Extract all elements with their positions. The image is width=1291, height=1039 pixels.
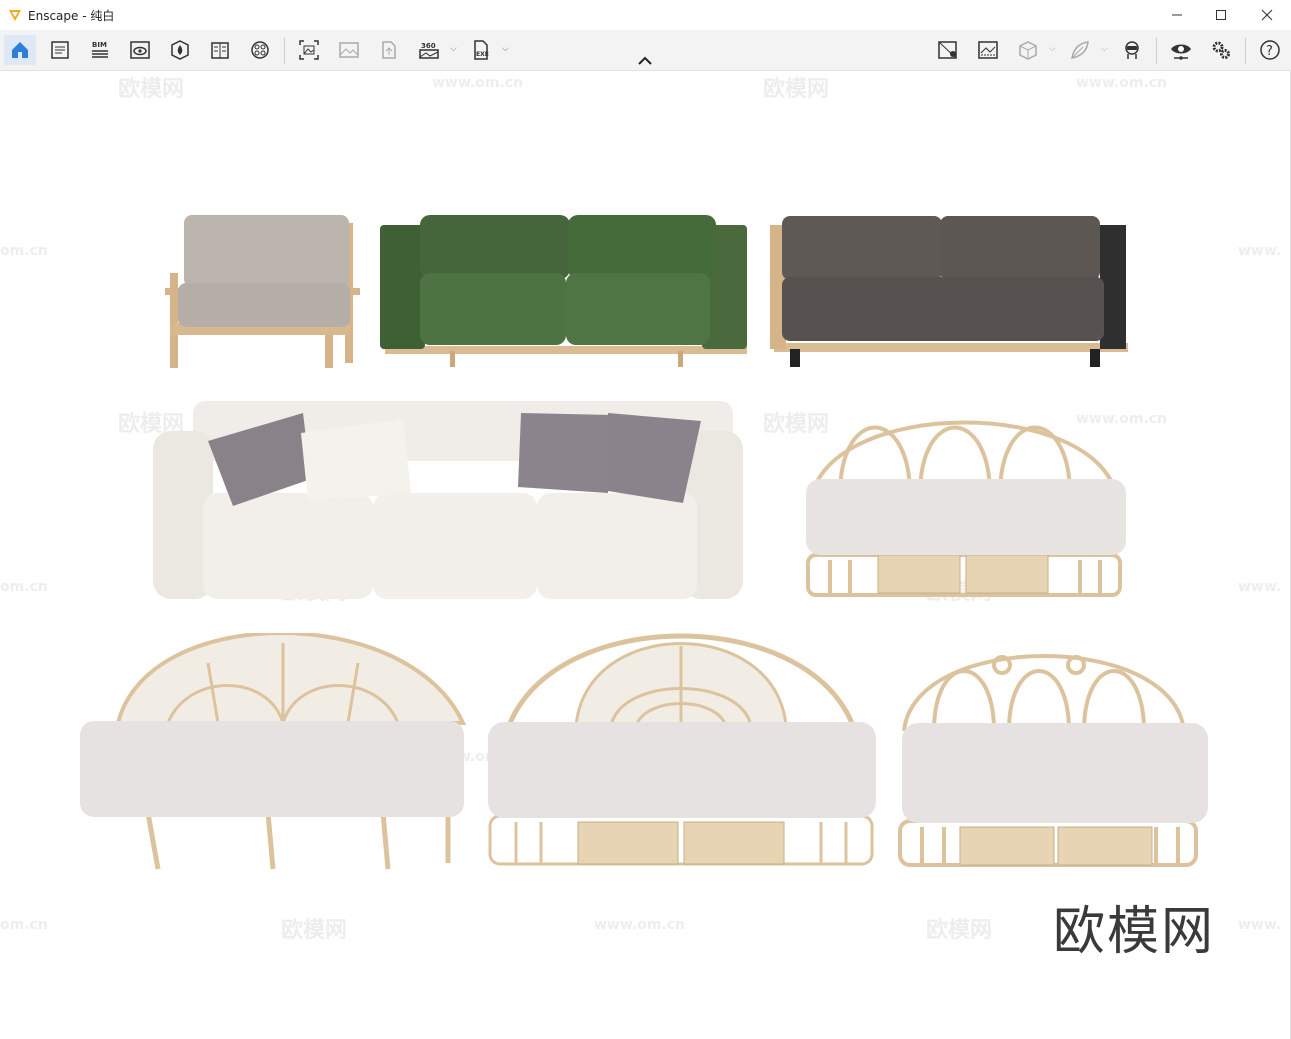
leaf-button[interactable] — [1064, 35, 1096, 65]
screenshot-icon — [299, 40, 319, 60]
upload-icon — [382, 41, 396, 59]
chevron-down-icon[interactable]: ⌵ — [450, 44, 457, 54]
chevron-down-icon[interactable]: ⌵ — [502, 44, 509, 54]
panorama-360-button[interactable]: 360 — [413, 35, 445, 65]
visual-settings-button[interactable] — [1165, 35, 1197, 65]
toolbar-separator — [1156, 38, 1157, 64]
svg-text:EXE: EXE — [476, 51, 489, 58]
svg-text:?: ? — [1266, 44, 1273, 59]
map-icon — [938, 41, 957, 59]
box-button[interactable] — [1012, 35, 1044, 65]
image-icon — [339, 42, 359, 58]
svg-text:360: 360 — [421, 42, 436, 50]
window-title: Enscape - 纯白 — [28, 8, 115, 23]
render-viewport[interactable]: 欧模网 www.om.cn 欧模网 www.om.cn om.cn 欧模网 ww… — [0, 71, 1291, 1039]
green-sofa — [380, 215, 747, 367]
chevron-down-icon[interactable]: ⌵ — [1049, 44, 1056, 54]
settings-icon — [1212, 41, 1230, 59]
minimize-button[interactable] — [1154, 0, 1200, 30]
chevron-down-icon[interactable]: ⌵ — [1101, 44, 1108, 54]
box-icon — [1019, 41, 1037, 60]
watermark: www.om.cn — [432, 75, 524, 91]
watermark: www. — [1238, 579, 1282, 595]
panorama-360-icon: 360 — [419, 42, 439, 59]
image-button[interactable] — [333, 35, 365, 65]
armchair — [165, 215, 360, 368]
enscape-logo-icon — [9, 10, 21, 21]
vr-icon — [1125, 41, 1139, 59]
notes-icon — [51, 41, 69, 59]
asset-button[interactable] — [164, 35, 196, 65]
help-icon: ? — [1260, 40, 1280, 60]
rattan-sofa-arch — [488, 633, 876, 866]
maximize-button[interactable] — [1198, 0, 1244, 30]
material-icon — [251, 41, 269, 59]
minimize-icon — [1172, 14, 1182, 16]
toolbar-separator — [284, 38, 285, 64]
bim-icon: BIM — [92, 41, 108, 58]
rattan-sofa-loop — [898, 654, 1208, 867]
vr-button[interactable] — [1116, 35, 1148, 65]
exe-export-button[interactable]: EXE — [465, 35, 497, 65]
upload-button[interactable] — [373, 35, 405, 65]
watermark: 欧模网 — [118, 77, 185, 102]
bim-button[interactable]: BIM — [84, 35, 116, 65]
watermark: www.om.cn — [594, 917, 686, 933]
settings-button[interactable] — [1205, 35, 1237, 65]
watermark: www.om.cn — [1076, 75, 1168, 91]
svg-text:BIM: BIM — [92, 41, 107, 49]
help-button[interactable]: ? — [1254, 35, 1286, 65]
close-icon — [1261, 9, 1273, 21]
map-button[interactable] — [932, 35, 964, 65]
watermark: om.cn — [0, 243, 48, 259]
close-button[interactable] — [1244, 0, 1290, 30]
visual-settings-icon — [1171, 44, 1191, 60]
title-bar: Enscape - 纯白 — [0, 0, 1291, 30]
collapse-toolbar-chevron-up-icon[interactable] — [636, 55, 654, 67]
grey-sofa — [770, 216, 1128, 367]
exe-export-icon: EXE — [474, 40, 489, 60]
library-button[interactable] — [204, 35, 236, 65]
watermark: 欧模网 — [926, 918, 993, 943]
watermark: www. — [1238, 243, 1282, 259]
home-icon — [12, 42, 28, 58]
rattan-sofa-fan — [80, 633, 466, 870]
watermark: 欧模网 — [763, 77, 830, 102]
home-button[interactable] — [4, 35, 36, 65]
notes-button[interactable] — [44, 35, 76, 65]
toolbar-separator — [1245, 38, 1246, 64]
asset-icon — [171, 40, 189, 60]
material-button[interactable] — [244, 35, 276, 65]
rattan-sofa-small — [806, 420, 1126, 597]
maximize-icon — [1216, 10, 1226, 20]
view-icon — [130, 41, 150, 59]
view-button[interactable] — [124, 35, 156, 65]
library-icon — [211, 42, 229, 59]
watermark: www. — [1238, 917, 1282, 933]
brand-watermark: 欧模网 — [1052, 902, 1215, 962]
capture-icon — [978, 41, 998, 59]
white-sectional — [153, 401, 743, 599]
watermark: 欧模网 — [281, 918, 348, 943]
capture-button[interactable] — [972, 35, 1004, 65]
watermark: om.cn — [0, 917, 48, 933]
leaf-icon — [1071, 41, 1089, 59]
watermark: om.cn — [0, 579, 48, 595]
screenshot-button[interactable] — [293, 35, 325, 65]
